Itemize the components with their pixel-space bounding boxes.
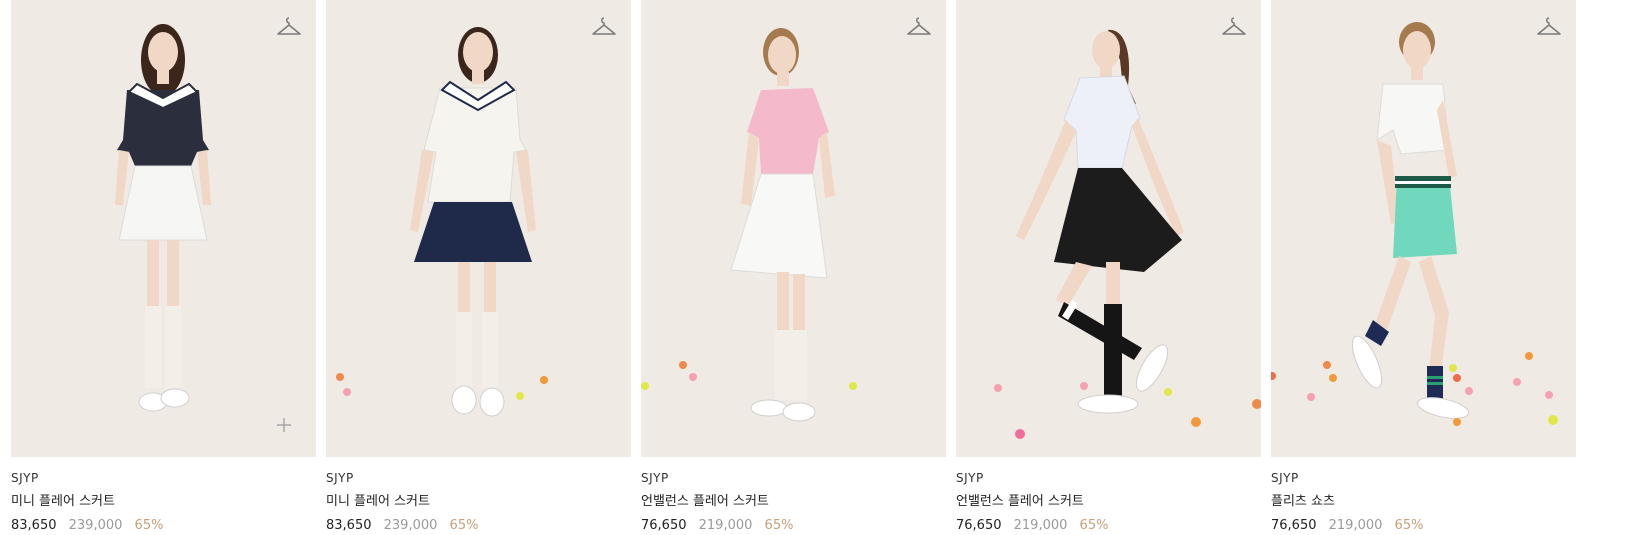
price-row: 76,650 219,000 65%: [1271, 517, 1576, 535]
product-card[interactable]: SJYP 플리츠 쇼츠 76,650 219,000 65%: [1271, 0, 1576, 535]
original-price: 219,000: [1013, 518, 1068, 533]
product-image[interactable]: [11, 0, 316, 457]
product-name[interactable]: 미니 플레어 스커트: [326, 493, 631, 511]
hanger-icon[interactable]: [1536, 16, 1562, 38]
product-name[interactable]: 언밸런스 플레어 스커트: [956, 493, 1261, 511]
product-image[interactable]: [326, 0, 631, 457]
product-card[interactable]: SJYP 미니 플레어 스커트 83,650 239,000 65%: [326, 0, 631, 535]
price-row: 83,650 239,000 65%: [326, 517, 631, 535]
original-price: 239,000: [68, 518, 123, 533]
price-row: 76,650 219,000 65%: [956, 517, 1261, 535]
price-row: 76,650 219,000 65%: [641, 517, 946, 535]
product-brand: SJYP: [1271, 471, 1299, 485]
product-card[interactable]: SJYP 언밸런스 플레어 스커트 76,650 219,000 65%: [641, 0, 946, 535]
plus-icon[interactable]: [276, 417, 292, 433]
discount-rate: 65%: [764, 518, 794, 533]
hanger-icon[interactable]: [906, 16, 932, 38]
product-image[interactable]: [956, 0, 1261, 457]
original-price: 239,000: [383, 518, 438, 533]
hanger-icon[interactable]: [276, 16, 302, 38]
product-card[interactable]: SJYP 미니 플레어 스커트 83,650 239,000 65%: [11, 0, 316, 535]
product-name[interactable]: 미니 플레어 스커트: [11, 493, 316, 511]
product-brand: SJYP: [641, 471, 669, 485]
sale-price: 83,650: [326, 518, 372, 533]
hanger-icon[interactable]: [591, 16, 617, 38]
product-image[interactable]: [1271, 0, 1576, 457]
product-name[interactable]: 플리츠 쇼츠: [1271, 493, 1576, 511]
product-card[interactable]: SJYP 언밸런스 플레어 스커트 76,650 219,000 65%: [956, 0, 1261, 535]
product-grid: SJYP 미니 플레어 스커트 83,650 239,000 65% SJYP …: [0, 0, 1629, 535]
discount-rate: 65%: [134, 518, 164, 533]
sale-price: 76,650: [1271, 518, 1317, 533]
discount-rate: 65%: [1079, 518, 1109, 533]
product-name[interactable]: 언밸런스 플레어 스커트: [641, 493, 946, 511]
sale-price: 83,650: [11, 518, 57, 533]
discount-rate: 65%: [449, 518, 479, 533]
product-brand: SJYP: [11, 471, 39, 485]
sale-price: 76,650: [956, 518, 1002, 533]
product-brand: SJYP: [326, 471, 354, 485]
original-price: 219,000: [698, 518, 753, 533]
discount-rate: 65%: [1394, 518, 1424, 533]
hanger-icon[interactable]: [1221, 16, 1247, 38]
price-row: 83,650 239,000 65%: [11, 517, 316, 535]
original-price: 219,000: [1328, 518, 1383, 533]
product-brand: SJYP: [956, 471, 984, 485]
sale-price: 76,650: [641, 518, 687, 533]
product-image[interactable]: [641, 0, 946, 457]
